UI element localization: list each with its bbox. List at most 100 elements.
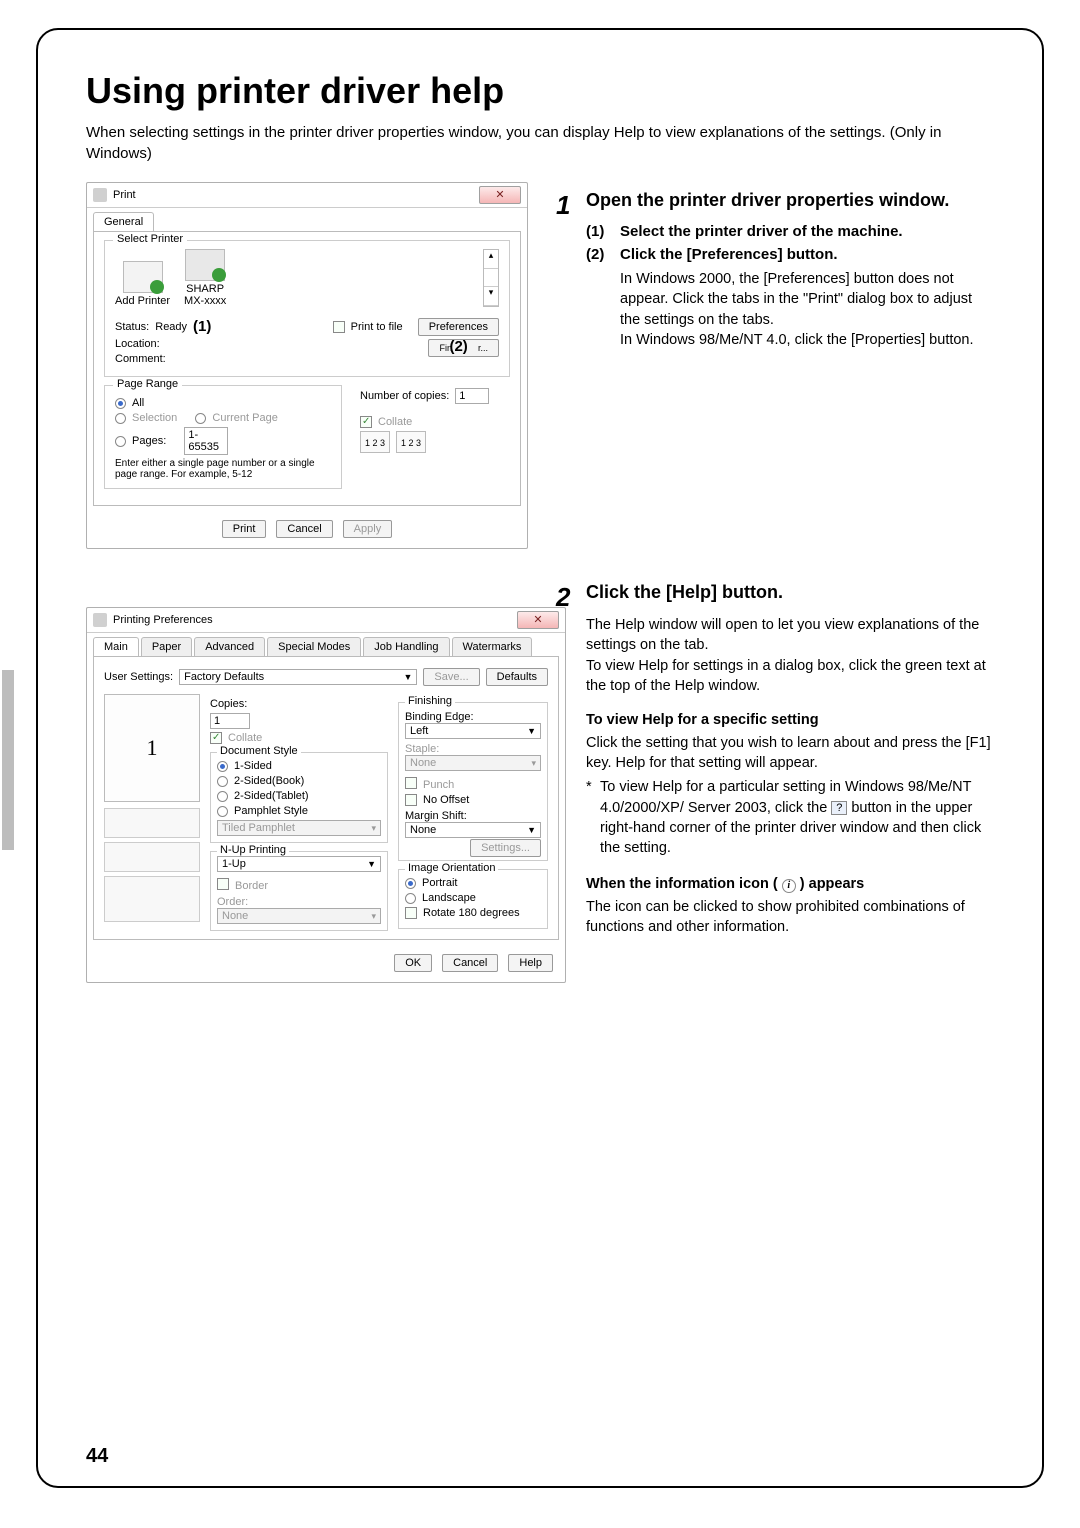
copies-label: Number of copies: (360, 390, 449, 402)
rotate-label: Rotate 180 degrees (423, 907, 520, 919)
punch-checkbox[interactable] (405, 777, 417, 789)
apply-button[interactable]: Apply (343, 520, 393, 538)
2sided-book-label: 2-Sided(Book) (234, 775, 304, 787)
pages-input[interactable]: 1-65535 (184, 427, 228, 455)
step1-detail: In Windows 2000, the [Preferences] butto… (620, 269, 994, 350)
step1-sub1-num: (1) (586, 223, 620, 240)
border-label: Border (235, 880, 268, 892)
pamphlet-radio[interactable] (217, 806, 228, 817)
2sided-tablet-radio[interactable] (217, 791, 228, 802)
nup-preview-icon (104, 842, 200, 872)
tray-icon (104, 808, 200, 838)
tab-advanced[interactable]: Advanced (194, 637, 265, 656)
preferences-button[interactable]: Preferences (418, 318, 499, 336)
sharp-printer-item[interactable]: SHARP MX-xxxx (184, 249, 226, 307)
collate-label: Collate (228, 732, 262, 744)
staple-dropdown[interactable]: None▾ (405, 755, 541, 771)
select-printer-legend: Select Printer (113, 233, 187, 245)
punch-label: Punch (423, 779, 454, 791)
cancel-button[interactable]: Cancel (276, 520, 332, 538)
step-number-2: 2 (556, 582, 586, 951)
intro-text: When selecting settings in the printer d… (86, 122, 994, 164)
step2-para1: The Help window will open to let you vie… (586, 615, 994, 696)
collate-checkbox[interactable] (210, 732, 222, 744)
info-icon: i (782, 879, 796, 893)
step2-para2: Click the setting that you wish to learn… (586, 733, 994, 774)
portrait-label: Portrait (422, 877, 457, 889)
pamphlet-label: Pamphlet Style (234, 805, 308, 817)
print-dialog: Print ✕ General Select Printer Add Print… (86, 182, 528, 549)
landscape-label: Landscape (422, 892, 476, 904)
prefs-dialog-title: Printing Preferences (113, 614, 517, 626)
copies-input[interactable]: 1 (210, 713, 250, 729)
landscape-radio[interactable] (405, 893, 416, 904)
page-number: 44 (86, 1445, 108, 1468)
binding-dropdown[interactable]: Left▼ (405, 723, 541, 739)
settings-button[interactable]: Settings... (470, 839, 541, 857)
nooffset-checkbox[interactable] (405, 794, 417, 806)
add-printer-label: Add Printer (115, 295, 170, 307)
margin-label: Margin Shift: (405, 810, 541, 822)
step2-heading: Click the [Help] button. (586, 582, 994, 603)
margin-dropdown[interactable]: None▼ (405, 822, 541, 838)
cancel-button[interactable]: Cancel (442, 954, 498, 972)
close-icon[interactable]: ✕ (517, 611, 559, 629)
tab-job-handling[interactable]: Job Handling (363, 637, 449, 656)
printer-icon (93, 613, 107, 627)
printing-preferences-dialog: Printing Preferences ✕ Main Paper Advanc… (86, 607, 566, 983)
user-settings-label: User Settings: (104, 671, 173, 683)
collate-label: Collate (378, 416, 412, 428)
staple-label: Staple: (405, 743, 541, 755)
print-dialog-title: Print (113, 189, 479, 201)
collate-checkbox[interactable] (360, 416, 372, 428)
copies-input[interactable]: 1 (455, 388, 489, 404)
pages-radio[interactable] (115, 436, 126, 447)
step1-sub1-text: Select the printer driver of the machine… (620, 223, 994, 240)
1sided-label: 1-Sided (234, 760, 272, 772)
print-to-file-checkbox[interactable] (333, 321, 345, 333)
close-icon[interactable]: ✕ (479, 186, 521, 204)
page-range-legend: Page Range (113, 378, 182, 390)
rotate-checkbox[interactable] (405, 907, 417, 919)
nup-dropdown[interactable]: 1-Up▼ (217, 856, 381, 872)
bullet-mark: * (586, 777, 600, 858)
tiled-pamphlet-dropdown[interactable]: Tiled Pamphlet▾ (217, 820, 381, 836)
tab-special-modes[interactable]: Special Modes (267, 637, 361, 656)
step2-para3: The icon can be clicked to show prohibit… (586, 897, 994, 938)
tab-watermarks[interactable]: Watermarks (452, 637, 533, 656)
comment-label: Comment: (115, 353, 166, 365)
step1-heading: Open the printer driver properties windo… (586, 190, 994, 211)
step-number-1: 1 (556, 190, 586, 358)
tab-paper[interactable]: Paper (141, 637, 192, 656)
collate-icon: 1 2 3 (360, 431, 390, 453)
copies-label: Copies: (210, 698, 388, 710)
ok-button[interactable]: OK (394, 954, 432, 972)
help-button[interactable]: Help (508, 954, 553, 972)
sharp-label: SHARP (184, 283, 226, 295)
tab-general[interactable]: General (93, 212, 154, 231)
border-checkbox[interactable] (217, 878, 229, 890)
step2-bullet: To view Help for a particular setting in… (600, 777, 994, 858)
print-to-file-label: Print to file (351, 321, 403, 333)
add-printer-item[interactable]: Add Printer (115, 261, 170, 307)
order-dropdown[interactable]: None▾ (217, 908, 381, 924)
2sided-book-radio[interactable] (217, 776, 228, 787)
orientation-legend: Image Orientation (405, 862, 498, 874)
user-settings-dropdown[interactable]: Factory Defaults▼ (179, 669, 417, 685)
question-icon: ? (831, 801, 847, 815)
portrait-radio[interactable] (405, 878, 416, 889)
order-label: Order: (217, 896, 381, 908)
find-printer-button[interactable]: Fin(2)r... (428, 339, 499, 357)
current-page-label: Current Page (212, 412, 277, 424)
save-button[interactable]: Save... (423, 668, 479, 686)
current-page-radio[interactable] (195, 413, 206, 424)
defaults-button[interactable]: Defaults (486, 668, 548, 686)
print-button[interactable]: Print (222, 520, 267, 538)
all-radio[interactable] (115, 398, 126, 409)
tab-main[interactable]: Main (93, 637, 139, 656)
1sided-radio[interactable] (217, 761, 228, 772)
printer-scrollbar[interactable]: ▴▾ (483, 249, 499, 307)
selection-radio[interactable] (115, 413, 126, 424)
preview-panel: 1 (104, 694, 200, 802)
status-value: Ready (155, 321, 187, 333)
